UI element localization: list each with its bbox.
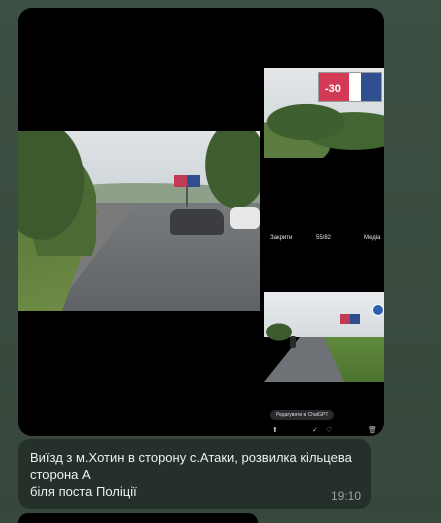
road-photo: [264, 292, 384, 382]
heart-icon: ♡: [326, 427, 333, 434]
motorcyclist: [290, 336, 296, 348]
caption-line: Виїзд з м.Хотин в сторону с.Атаки, розви…: [30, 450, 352, 465]
trash-icon: 🗑: [368, 427, 377, 434]
car: [170, 209, 224, 235]
album-photo-3[interactable]: Закрити 55/82 Медіа Редагувати в ChatGPT…: [264, 224, 384, 436]
share-icon: ⬆: [272, 427, 278, 434]
next-message-preview: [18, 513, 258, 523]
billboard-discount: -30: [325, 83, 341, 95]
caption-line: сторона А: [30, 467, 91, 482]
viewer-bottom-bar: Редагувати в ChatGPT ⬆ ✓ ♡ 🗑: [264, 408, 384, 436]
billboard: [174, 175, 200, 187]
billboard: [340, 314, 360, 324]
caption-line: біля поста Поліції: [30, 484, 137, 499]
message-caption: Виїзд з м.Хотин в сторону с.Атаки, розви…: [30, 449, 360, 500]
chatgpt-edit-pill: Редагувати в ChatGPT: [270, 410, 335, 420]
viewer-counter: 55/82: [316, 235, 332, 241]
message-time: 19:10: [330, 489, 361, 503]
message-caption-bubble[interactable]: Виїзд з м.Хотин в сторону с.Атаки, розви…: [18, 439, 371, 509]
viewer-close-label: Закрити: [270, 235, 293, 241]
billboard-photo: -30: [264, 68, 384, 158]
viewer-media-label: Медіа: [364, 235, 381, 241]
viewer-top-bar: Закрити 55/82 Медіа: [264, 224, 384, 252]
road-sign: [372, 304, 384, 316]
album-photo-1[interactable]: [18, 8, 260, 436]
photo-album[interactable]: -30 Закрити 55/82 Медіа Редагувати в Cha…: [18, 8, 384, 436]
check-icon: ✓: [312, 427, 318, 434]
album-photo-2[interactable]: -30: [264, 8, 384, 220]
car: [230, 207, 260, 229]
road-photo: [18, 131, 260, 311]
billboard: -30: [318, 72, 382, 102]
